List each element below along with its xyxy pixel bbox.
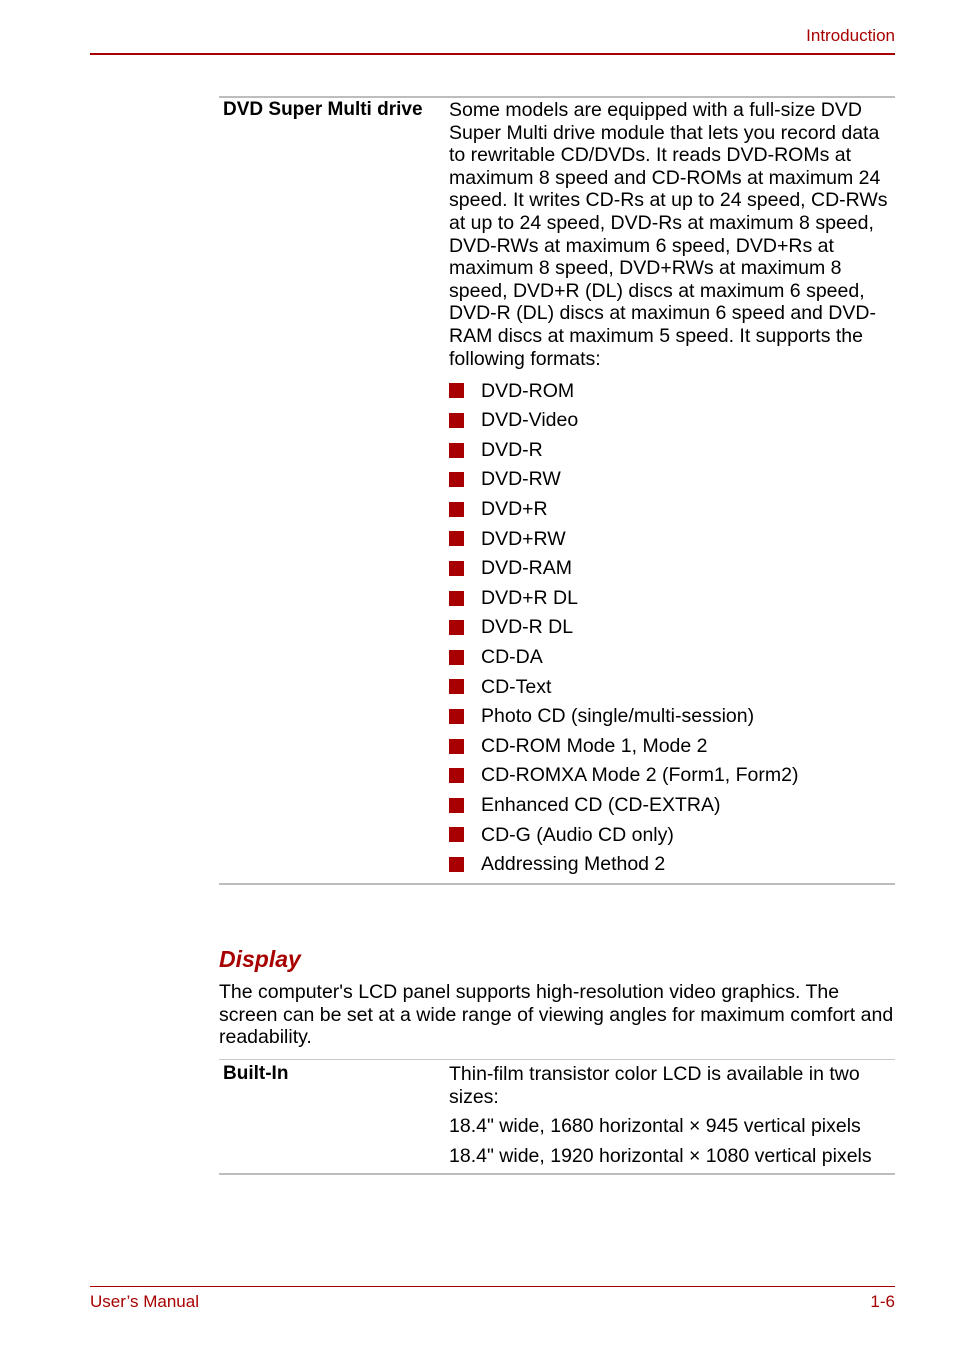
- format-list-item: DVD-R DL: [449, 613, 895, 643]
- format-label: DVD+R: [481, 498, 548, 520]
- display-table: Built-In Thin-film transistor color LCD …: [219, 1059, 895, 1176]
- format-label: DVD-R: [481, 438, 543, 461]
- square-bullet-icon: [449, 590, 464, 606]
- format-list-item: Photo CD (single/multi-session): [449, 702, 895, 732]
- format-label: DVD-ROM: [481, 379, 575, 402]
- square-bullet-icon: [449, 442, 464, 458]
- lcd-size-option: 18.4" wide, 1920 horizontal × 1080 verti…: [449, 1144, 872, 1167]
- format-list-item: CD-Text: [449, 672, 895, 702]
- dvd-drive-table: DVD Super Multi drive Some models are eq…: [219, 96, 895, 886]
- row-term: Built-In: [223, 1063, 289, 1084]
- format-list-item: CD-ROM Mode 1, Mode 2: [449, 731, 895, 761]
- square-bullet-icon: [449, 856, 464, 872]
- drive-description: Some models are equipped with a full-siz…: [449, 99, 888, 370]
- square-bullet-icon: [449, 560, 464, 576]
- format-list-item: DVD+R DL: [449, 583, 895, 613]
- section-title: Display: [219, 946, 301, 972]
- format-list-item: Addressing Method 2: [449, 850, 895, 880]
- square-bullet-icon: [449, 501, 464, 517]
- format-label: Enhanced CD (CD-EXTRA): [481, 793, 721, 816]
- format-label: Addressing Method 2: [481, 853, 666, 876]
- format-list-item: DVD+R: [449, 495, 895, 525]
- format-list-item: DVD+RW: [449, 524, 895, 554]
- footer-manual-title: User’s Manual: [90, 1292, 199, 1311]
- format-label: DVD-RAM: [481, 557, 572, 580]
- format-label: DVD-Video: [481, 409, 579, 432]
- square-bullet-icon: [449, 708, 464, 724]
- header-divider: [90, 53, 895, 55]
- format-label: CD-Text: [481, 675, 552, 698]
- format-list-item: CD-ROMXA Mode 2 (Form1, Form2): [449, 761, 895, 791]
- supported-formats-list: DVD-ROM DVD-Video DVD-R DVD-RW DVD+R DVD+RW DV…: [449, 376, 895, 879]
- row-definition: Some models are equipped with a full-siz…: [449, 98, 895, 883]
- square-bullet-icon: [449, 649, 464, 665]
- page-number: 1-6: [870, 1292, 895, 1311]
- format-list-item: DVD-R: [449, 435, 895, 465]
- square-bullet-icon: [449, 827, 464, 843]
- lcd-description: Thin-film transistor color LCD is availa…: [449, 1063, 860, 1108]
- lcd-size-option: 18.4" wide, 1680 horizontal × 945 vertic…: [449, 1115, 861, 1138]
- square-bullet-icon: [449, 531, 464, 547]
- format-label: CD-DA: [481, 645, 543, 668]
- format-list-item: DVD-Video: [449, 406, 895, 436]
- format-label: CD-ROM Mode 1, Mode 2: [481, 734, 708, 757]
- header-section-title: Introduction: [806, 26, 895, 45]
- footer-divider: [90, 1286, 895, 1287]
- square-bullet-icon: [449, 620, 464, 636]
- table-row: Built-In Thin-film transistor color LCD …: [219, 1060, 895, 1173]
- format-label: CD-ROMXA Mode 2 (Form1, Form2): [481, 764, 799, 787]
- format-label: DVD+R DL: [481, 586, 578, 609]
- format-list-item: DVD-ROM: [449, 376, 895, 406]
- section-paragraph: The computer's LCD panel supports high-r…: [219, 981, 894, 1049]
- square-bullet-icon: [449, 413, 464, 429]
- format-list-item: CD-G (Audio CD only): [449, 820, 895, 850]
- format-list-item: DVD-RW: [449, 465, 895, 495]
- table-row: DVD Super Multi drive Some models are eq…: [219, 98, 895, 883]
- format-list-item: CD-DA: [449, 642, 895, 672]
- format-label: Photo CD (single/multi-session): [481, 705, 755, 728]
- format-label: CD-G (Audio CD only): [481, 823, 674, 846]
- square-bullet-icon: [449, 797, 464, 813]
- square-bullet-icon: [449, 768, 464, 784]
- format-label: DVD-RW: [481, 468, 561, 491]
- square-bullet-icon: [449, 738, 464, 754]
- square-bullet-icon: [449, 679, 464, 695]
- format-list-item: Enhanced CD (CD-EXTRA): [449, 790, 895, 820]
- format-label: DVD-R DL: [481, 616, 574, 639]
- square-bullet-icon: [449, 472, 464, 488]
- row-term: DVD Super Multi drive: [223, 99, 423, 120]
- row-definition: Thin-film transistor color LCD is availa…: [449, 1060, 895, 1173]
- square-bullet-icon: [449, 383, 464, 399]
- format-list-item: DVD-RAM: [449, 554, 895, 584]
- format-label: DVD+RW: [481, 527, 566, 550]
